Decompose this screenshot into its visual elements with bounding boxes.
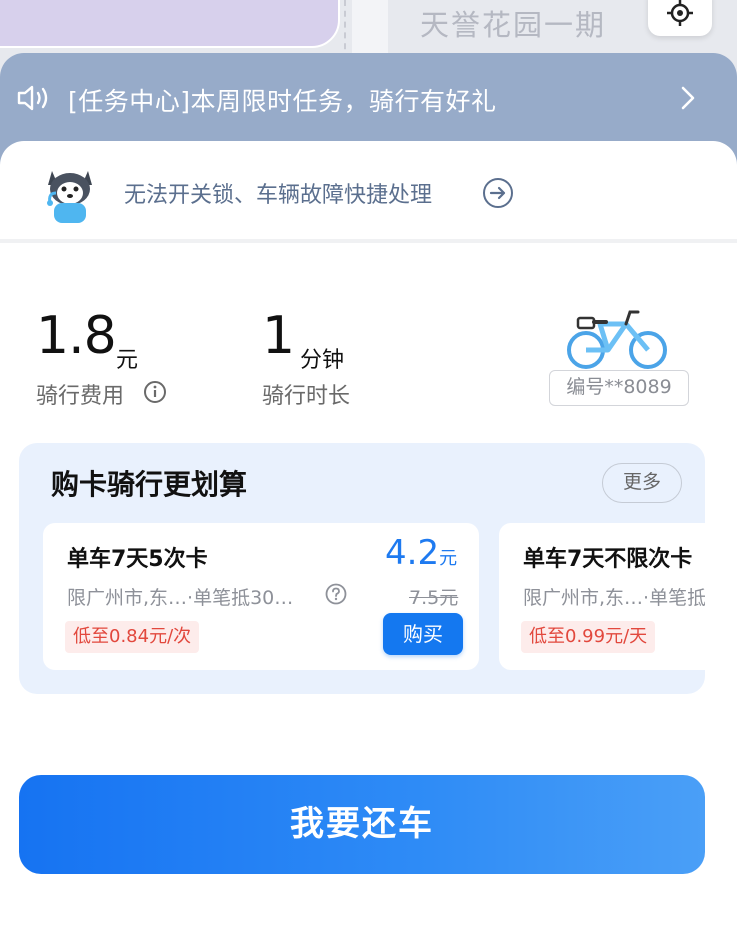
bicycle-icon bbox=[567, 310, 667, 369]
pass-card-price: 4.2元 bbox=[385, 533, 457, 573]
pass-card[interactable]: 单车7天5次卡 限广州市,东…·单笔抵30… 低至0.84元/次 4.2元 7.… bbox=[43, 523, 479, 670]
question-icon[interactable] bbox=[325, 583, 347, 605]
return-bike-button[interactable]: 我要还车 bbox=[19, 775, 705, 874]
husky-mascot-icon bbox=[47, 171, 92, 223]
chevron-right-icon bbox=[681, 86, 695, 110]
promo-title: 购卡骑行更划算 bbox=[51, 468, 248, 501]
ride-duration-unit: 分钟 bbox=[300, 348, 345, 373]
pass-card-desc: 限广州市,东…·单笔抵 bbox=[523, 587, 705, 609]
more-button[interactable]: 更多 bbox=[602, 463, 682, 503]
crosshair-icon bbox=[667, 0, 693, 26]
map-boundary-line bbox=[344, 0, 346, 60]
notice-text: [任务中心]本周限时任务，骑行有好礼 bbox=[68, 87, 497, 116]
ride-fee-unit: 元 bbox=[116, 348, 139, 373]
info-icon[interactable] bbox=[143, 380, 167, 404]
ride-fee-value: 1.8 bbox=[36, 306, 117, 366]
locate-button[interactable] bbox=[648, 0, 712, 36]
pass-card-price-value: 4.2 bbox=[385, 533, 440, 573]
map-place-label: 天誉花园一期 bbox=[420, 8, 607, 42]
card-promo-panel: 购卡骑行更划算 更多 单车7天5次卡 限广州市,东…·单笔抵30… 低至0.84… bbox=[19, 443, 705, 694]
quick-help-text: 无法开关锁、车辆故障快捷处理 bbox=[124, 183, 433, 208]
pass-card[interactable]: 单车7天不限次卡 限广州市,东…·单笔抵 低至0.99元/天 bbox=[499, 523, 705, 670]
pass-card-price-unit: 元 bbox=[439, 548, 458, 569]
pass-card-old-price: 7.5元 bbox=[409, 587, 459, 609]
speaker-icon bbox=[17, 85, 48, 111]
pass-card-name: 单车7天5次卡 bbox=[67, 547, 208, 572]
ride-duration-value: 1 bbox=[262, 306, 295, 366]
pass-card-desc: 限广州市,东…·单笔抵30… bbox=[67, 587, 294, 609]
pass-card-tag: 低至0.99元/天 bbox=[521, 621, 656, 653]
pass-card-tag: 低至0.84元/次 bbox=[65, 621, 200, 653]
pass-card-name: 单车7天不限次卡 bbox=[523, 547, 693, 572]
buy-button[interactable]: 购买 bbox=[383, 613, 463, 655]
bike-id-badge: 编号**8089 bbox=[549, 370, 689, 406]
ride-duration-label: 骑行时长 bbox=[262, 384, 351, 409]
quick-help-row[interactable]: 无法开关锁、车辆故障快捷处理 bbox=[0, 141, 737, 243]
map-area-shape bbox=[0, 0, 340, 48]
arrow-right-circle-icon bbox=[483, 178, 513, 208]
ride-fee-label: 骑行费用 bbox=[36, 384, 125, 409]
